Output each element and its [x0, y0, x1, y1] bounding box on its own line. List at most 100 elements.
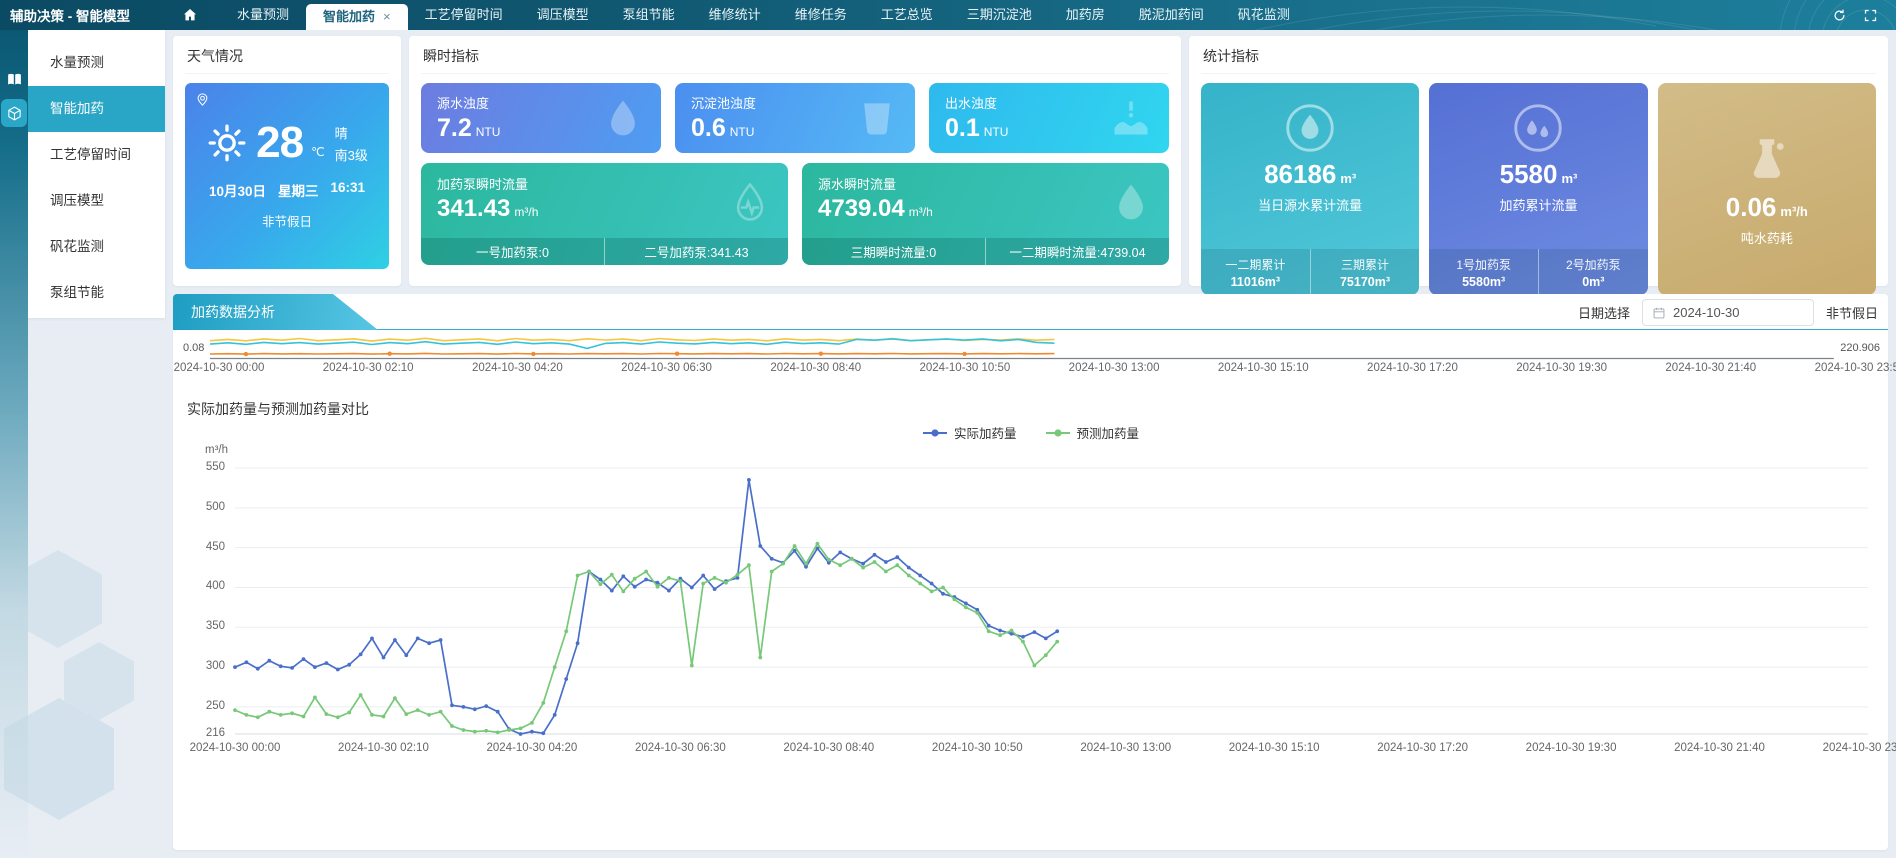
comparison-chart[interactable]: m³/h 5505004504003503002502162024-10-30 …: [187, 444, 1874, 766]
weather-condition: 晴: [335, 123, 348, 142]
legend-item[interactable]: 预测加药量: [1045, 423, 1140, 442]
sidebar-item[interactable]: 智能加药: [28, 86, 165, 132]
topnav-tab-label: 加药房: [1066, 7, 1105, 22]
sidebar-item[interactable]: 矾花监测: [28, 224, 165, 270]
detail-label: 1号加药泵: [1456, 256, 1511, 273]
topnav-tab[interactable]: 脱泥加药间: [1122, 0, 1221, 30]
sparkline-chart[interactable]: [210, 335, 1834, 361]
beaker-drop-icon: [1738, 132, 1796, 190]
y-axis-tick: 250: [187, 700, 225, 712]
model-icon[interactable]: [1, 99, 27, 127]
x-axis-label: 2024-10-30 06:30: [621, 362, 712, 374]
sparkline-min-label: 0.08: [183, 342, 204, 354]
card-value: 4739.04: [818, 195, 905, 222]
topnav-tab[interactable]: 水量预测: [220, 0, 306, 30]
topnav-tab[interactable]: 维修统计: [692, 0, 778, 30]
turbidity-cards: 源水浊度7.2NTU沉淀池浊度0.6NTU出水浊度0.1NTU: [421, 83, 1169, 153]
sidebar-item[interactable]: 工艺停留时间: [28, 132, 165, 178]
time-text: 16:31: [331, 180, 366, 200]
topnav-tab-label: 泵组节能: [623, 7, 675, 22]
refresh-icon[interactable]: [1832, 8, 1847, 23]
stat-value: 0.06m³/h: [1726, 194, 1808, 220]
card-value: 0.1: [945, 114, 980, 142]
turbidity-card[interactable]: 出水浊度0.1NTU: [929, 83, 1169, 153]
topnav-tab[interactable]: 泵组节能: [606, 0, 692, 30]
topnav-tab-label: 智能加药: [323, 4, 375, 30]
topnav-tab[interactable]: 调压模型: [520, 0, 606, 30]
x-axis-label: 2024-10-30 13:00: [1080, 742, 1171, 754]
sidebar-item[interactable]: 水量预测: [28, 40, 165, 86]
card-unit: NTU: [476, 125, 501, 139]
sidebar-item[interactable]: 调压模型: [28, 178, 165, 224]
x-axis-label: 2024-10-30 21:40: [1674, 742, 1765, 754]
topnav-tab-label: 维修统计: [709, 7, 761, 22]
y-axis-tick: 400: [187, 580, 225, 592]
stat-card[interactable]: 86186m³当日源水累计流量一二期累计11016m³三期累计75170m³: [1201, 83, 1419, 295]
stat-card[interactable]: 5580m³加药累计流量1号加药泵5580m³2号加药泵0m³: [1429, 83, 1647, 295]
card-value: 341.43: [437, 195, 510, 222]
x-axis-label: 2024-10-30 19:30: [1526, 742, 1617, 754]
stat-card[interactable]: 0.06m³/h吨水药耗: [1658, 83, 1876, 295]
x-axis-label: 2024-10-30 00:00: [190, 742, 281, 754]
stat-unit: m³: [1561, 171, 1577, 186]
top-bar: 辅助决策 - 智能模型 水量预测智能加药 × 工艺停留时间调压模型 泵组节能 维修统计 维…: [0, 0, 1896, 30]
card-label: 源水瞬时流量: [818, 174, 1153, 193]
flow-card[interactable]: 加药泵瞬时流量341.43m³/h一号加药泵:0二号加药泵:341.43: [421, 163, 788, 265]
topnav-tab[interactable]: 工艺总览: [864, 0, 950, 30]
date-value: 2024-10-30: [1673, 305, 1740, 320]
fullscreen-icon[interactable]: [1863, 8, 1878, 23]
flow-card[interactable]: 源水瞬时流量4739.04m³/h三期瞬时流量:0一二期瞬时流量:4739.04: [802, 163, 1169, 265]
turbidity-card[interactable]: 沉淀池浊度0.6NTU: [675, 83, 915, 153]
x-axis-label: 2024-10-30 06:30: [635, 742, 726, 754]
x-axis-label: 2024-10-30 13:00: [1069, 362, 1160, 374]
turbidity-card[interactable]: 源水浊度7.2NTU: [421, 83, 661, 153]
flow-detail-cell: 一二期瞬时流量:4739.04: [985, 238, 1169, 265]
instant-panel-title: 瞬时指标: [421, 44, 1169, 74]
flow-cards: 加药泵瞬时流量341.43m³/h一号加药泵:0二号加药泵:341.43 源水瞬时…: [421, 163, 1169, 265]
stat-detail-cell: 一二期累计11016m³: [1201, 249, 1310, 295]
stat-detail-cell: 2号加药泵0m³: [1538, 249, 1648, 295]
stat-unit: m³: [1340, 171, 1356, 186]
card-unit: NTU: [984, 125, 1009, 139]
sparkline-row: 0.08 220.906: [173, 330, 1888, 361]
weather-main: 28 ℃ 晴 南3级: [185, 121, 389, 165]
analysis-tab[interactable]: 加药数据分析: [173, 294, 378, 330]
legend-item[interactable]: 实际加药量: [922, 423, 1017, 442]
date-picker[interactable]: 2024-10-30: [1642, 299, 1814, 326]
stats-panel-title: 统计指标: [1201, 44, 1876, 74]
y-axis-tick: 500: [187, 501, 225, 513]
stat-detail-strip: 一二期累计11016m³三期累计75170m³: [1201, 249, 1419, 295]
topnav-tab[interactable]: 矾花监测: [1221, 0, 1307, 30]
stat-cards: 86186m³当日源水累计流量一二期累计11016m³三期累计75170m³55…: [1201, 83, 1876, 295]
topnav-tab-label: 矾花监测: [1238, 7, 1290, 22]
tab-close-icon[interactable]: ×: [383, 4, 391, 30]
weekday-text: 星期三: [278, 180, 319, 200]
x-axis-label: 2024-10-30 02:10: [323, 362, 414, 374]
x-axis-label: 2024-10-30 10:50: [920, 362, 1011, 374]
flow-detail-cell: 三期瞬时流量:0: [802, 238, 985, 265]
droplet-bubbles-icon: [601, 96, 645, 140]
topnav-tab[interactable]: 加药房: [1049, 0, 1122, 30]
temperature-unit: ℃: [311, 145, 324, 159]
weather-wind: 南3级: [335, 145, 368, 164]
dosing-analysis-panel: 加药数据分析 日期选择 2024-10-30 非节假日 0.08 220.9: [173, 294, 1888, 850]
x-axis-label: 2024-10-30 00:00: [174, 362, 265, 374]
topnav-tab[interactable]: 智能加药 ×: [306, 4, 408, 30]
card-value: 0.6: [691, 114, 726, 142]
topnav-tab[interactable]: 维修任务: [778, 0, 864, 30]
main-content: 天气情况 28 ℃ 晴 南3级 10: [165, 30, 1896, 858]
home-button[interactable]: [182, 7, 198, 23]
sun-icon: [206, 122, 248, 164]
y-axis-tick: 350: [187, 620, 225, 632]
sidebar-item[interactable]: 泵组节能: [28, 270, 165, 316]
card-unit: NTU: [730, 125, 755, 139]
comparison-chart-block: 实际加药量与预测加药量对比 实际加药量预测加药量 m³/h 5505004504…: [173, 379, 1888, 850]
app-title: 辅助决策 - 智能模型: [0, 5, 146, 25]
y-axis-tick: 550: [187, 461, 225, 473]
topnav-tab-label: 三期沉淀池: [967, 7, 1032, 22]
flow-detail-strip: 一号加药泵:0二号加药泵:341.43: [421, 238, 788, 265]
temperature-value: 28: [256, 121, 303, 165]
book-icon[interactable]: [3, 68, 25, 90]
topnav-tab[interactable]: 三期沉淀池: [950, 0, 1049, 30]
topnav-tab[interactable]: 工艺停留时间: [408, 0, 520, 30]
